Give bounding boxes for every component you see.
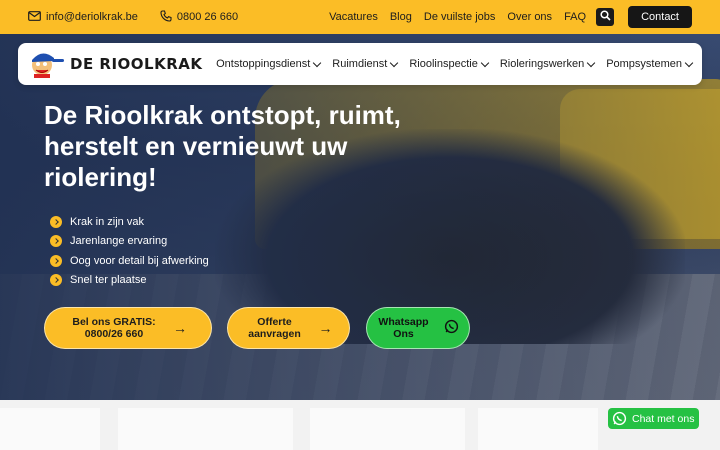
nav-menu: Ontstoppingsdienst Ruimdienst Rioolinspe… [216,58,694,70]
nav-item-label: Rioolinspectie [409,58,478,70]
list-item: Krak in zijn vak [50,212,209,232]
whatsapp-icon [444,319,459,337]
check-bullet-icon [50,274,62,287]
whatsapp-button[interactable]: Whatsapp Ons [366,307,470,349]
bullet-text: Jarenlange ervaring [70,235,168,248]
quote-button[interactable]: Offerte aanvragen → [227,307,350,349]
background-tile [478,408,598,450]
email-text: info@deriolkrak.be [46,11,138,23]
hero-headline: De Rioolkrak ontstopt, ruimt, herstelt e… [44,100,401,192]
nav-item-label: Ontstoppingsdienst [216,58,311,70]
list-item: Jarenlange ervaring [50,232,209,252]
bullet-text: Oog voor detail bij afwerking [70,254,209,267]
logo-mascot-icon [32,53,64,78]
whatsapp-button-label: Whatsapp Ons [378,316,429,340]
phone-text: 0800 26 660 [176,11,239,23]
chevron-down-icon [684,58,694,67]
link-blog[interactable]: Blog [390,11,412,23]
chevron-down-icon [586,58,596,67]
call-button-label: Bel ons GRATIS: 0800/26 660 [72,316,156,340]
bullet-text: Snel ter plaatse [70,274,147,287]
phone-link[interactable]: 0800 26 660 [160,9,239,25]
link-vacatures[interactable]: Vacatures [329,11,378,23]
chat-button[interactable]: Chat met ons [608,408,699,429]
nav-item-label: Ruimdienst [332,58,388,70]
check-bullet-icon [50,215,62,228]
whatsapp-icon [612,411,627,426]
background-tile [0,408,100,450]
chevron-down-icon [390,58,399,67]
list-item: Snel ter plaatse [50,271,209,291]
nav-item-rioleringswerken[interactable]: Rioleringswerken [499,58,596,70]
search-icon [600,8,611,26]
logo[interactable]: DE RIOOLKRAK [28,50,203,78]
quote-button-label: Offerte aanvragen [248,316,301,340]
nav-item-label: Pompsystemen [606,58,682,70]
nav-item-ruimdienst[interactable]: Ruimdienst [332,58,399,70]
nav-item-ontstoppingsdienst[interactable]: Ontstoppingsdienst [216,58,322,70]
mail-icon [28,10,41,24]
chevron-down-icon [480,58,490,67]
list-item: Oog voor detail bij afwerking [50,251,209,271]
chat-button-label: Chat met ons [632,412,695,425]
hero-bullets: Krak in zijn vak Jarenlange ervaring Oog… [50,212,209,290]
contact-button[interactable]: Contact [628,6,692,28]
link-over-ons[interactable]: Over ons [507,11,552,23]
call-button[interactable]: Bel ons GRATIS: 0800/26 660 → [44,307,212,349]
top-bar: info@deriolkrak.be 0800 26 660 Vacatures… [0,0,720,34]
nav-item-pompsystemen[interactable]: Pompsystemen [606,58,694,70]
check-bullet-icon [50,235,62,248]
background-tile [118,408,293,450]
bullet-text: Krak in zijn vak [70,215,144,228]
nav-item-label: Rioleringswerken [499,58,585,70]
chevron-down-icon [313,58,322,67]
link-faq[interactable]: FAQ [564,11,586,23]
logo-text: DE RIOOLKRAK [70,55,203,73]
email-link[interactable]: info@deriolkrak.be [28,10,138,24]
link-de-vuilste-jobs[interactable]: De vuilste jobs [424,11,496,23]
main-nav: DE RIOOLKRAK Ontstoppingsdienst Ruimdien… [18,43,702,85]
nav-item-rioolinspectie[interactable]: Rioolinspectie [409,58,490,70]
arrow-right-icon: → [173,320,187,336]
phone-icon [160,9,172,25]
background-tile [310,408,465,450]
check-bullet-icon [50,254,62,267]
search-button[interactable] [596,8,615,26]
top-links: Vacatures Blog De vuilste jobs Over ons … [329,11,586,23]
arrow-right-icon: → [318,320,333,336]
